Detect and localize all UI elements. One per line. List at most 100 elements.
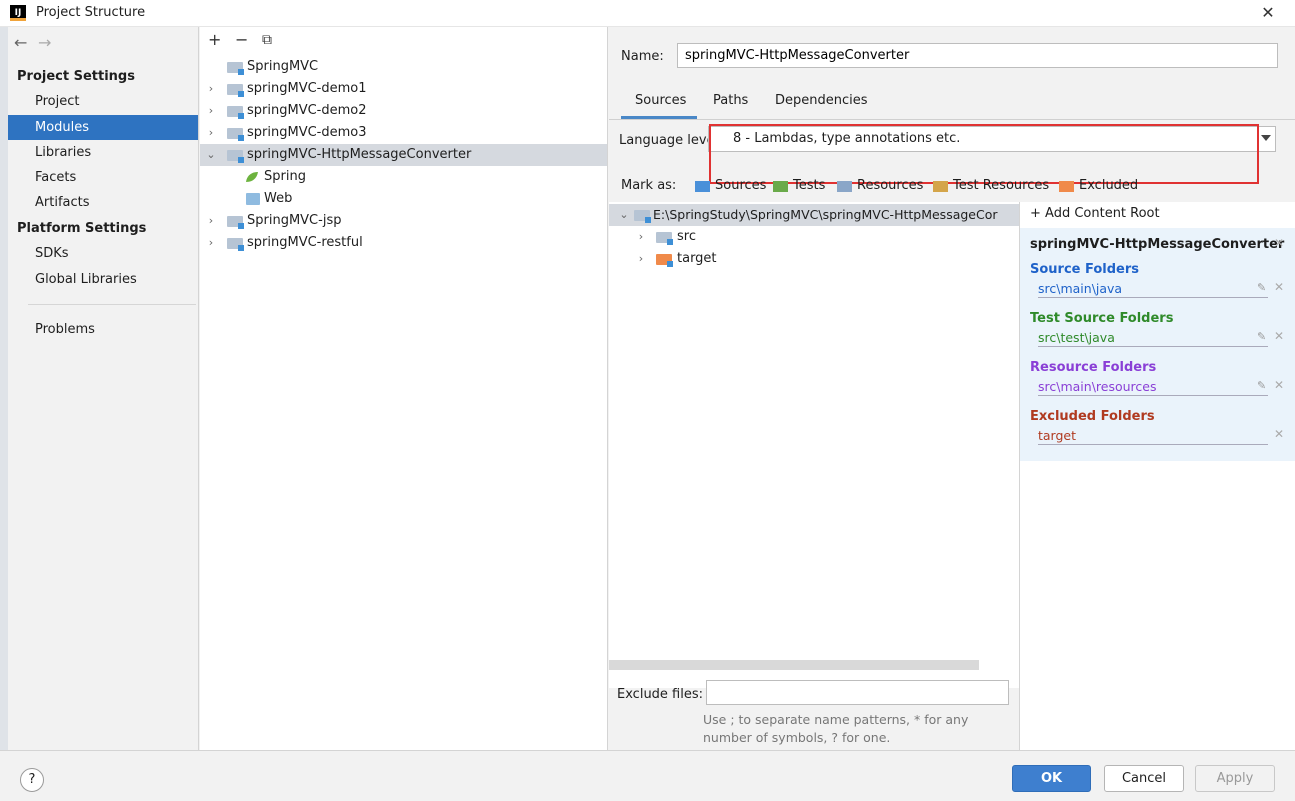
- platform-settings-header: Platform Settings: [17, 221, 147, 236]
- tree-row-springmvc-restful[interactable]: › springMVC-restful: [200, 232, 607, 254]
- nav-item-problems[interactable]: Problems: [8, 317, 198, 342]
- nav-item-artifacts[interactable]: Artifacts: [8, 190, 198, 215]
- nav-item-libraries[interactable]: Libraries: [8, 140, 198, 165]
- chevron-down-icon[interactable]: ⌄: [205, 144, 217, 166]
- chevron-right-icon[interactable]: ›: [205, 210, 217, 232]
- tree-row-label: SpringMVC-jsp: [247, 213, 342, 228]
- back-arrow-icon[interactable]: ←: [14, 33, 27, 52]
- close-button[interactable]: ✕: [1252, 3, 1284, 23]
- module-folder-icon: [227, 238, 244, 251]
- nav-item-sdks[interactable]: SDKs: [8, 241, 198, 266]
- content-root-tree: ⌄ E:\SpringStudy\SpringMVC\springMVC-Htt…: [609, 202, 1019, 688]
- project-settings-header: Project Settings: [17, 69, 135, 84]
- exclude-files-input[interactable]: [706, 680, 1009, 705]
- tab-dependencies[interactable]: Dependencies: [775, 93, 868, 108]
- nav-item-modules[interactable]: Modules: [8, 115, 198, 140]
- name-label: Name:: [621, 49, 664, 64]
- mark-as-label-text: Resources: [857, 178, 924, 193]
- sources-folder-icon: [695, 181, 710, 192]
- tree-row-springmvc-demo1[interactable]: › springMVC-demo1: [200, 78, 607, 100]
- module-folder-icon: [227, 150, 244, 163]
- tree-row-label: Web: [264, 191, 293, 206]
- nav-item-project[interactable]: Project: [8, 89, 198, 114]
- chevron-down-icon[interactable]: ⌄: [618, 204, 630, 226]
- nav-item-facets[interactable]: Facets: [8, 165, 198, 190]
- nav-item-global-libraries[interactable]: Global Libraries: [8, 267, 198, 292]
- tree-row-label: springMVC-demo2: [247, 103, 367, 118]
- remove-module-button[interactable]: −: [235, 30, 248, 49]
- settings-nav: ← → Project Settings Project Modules Lib…: [8, 27, 199, 750]
- module-folder-icon: [227, 106, 244, 119]
- folder-icon: [634, 210, 651, 223]
- chevron-right-icon[interactable]: ›: [635, 248, 647, 270]
- dropdown-arrow-icon[interactable]: [1261, 135, 1271, 141]
- tree-row-springmvc[interactable]: SpringMVC: [200, 56, 607, 78]
- horizontal-scrollbar[interactable]: [609, 660, 979, 670]
- background-window-edge: [0, 27, 8, 750]
- tests-folder-icon: [773, 181, 788, 192]
- excluded-folder-path[interactable]: target: [1038, 428, 1268, 445]
- remove-folder-icon[interactable]: ✕: [1274, 280, 1284, 294]
- forward-arrow-icon[interactable]: →: [38, 33, 51, 52]
- tree-row-label: springMVC-HttpMessageConverter: [247, 147, 472, 162]
- remove-folder-icon[interactable]: ✕: [1274, 329, 1284, 343]
- language-level-select[interactable]: 8 - Lambdas, type annotations etc.: [708, 126, 1276, 152]
- title-bar: IJ Project Structure ✕: [0, 0, 1295, 27]
- chevron-right-icon[interactable]: ›: [205, 78, 217, 100]
- tree-row-label: Spring: [264, 169, 306, 184]
- source-folder-path[interactable]: src\main\java: [1038, 281, 1268, 298]
- edit-pencil-icon[interactable]: ✎: [1257, 281, 1266, 294]
- ok-button[interactable]: OK: [1012, 765, 1091, 792]
- mark-as-label-text: Sources: [715, 178, 767, 193]
- content-root-info-panel: + Add Content Root springMVC-HttpMessage…: [1019, 202, 1295, 777]
- test-source-folders-title: Test Source Folders: [1030, 311, 1174, 326]
- help-button[interactable]: ?: [20, 768, 44, 792]
- module-folder-icon: [227, 128, 244, 141]
- excluded-folder-icon: [656, 254, 673, 267]
- dialog-button-bar: ? OK Cancel Apply: [0, 750, 1295, 801]
- chevron-right-icon[interactable]: ›: [205, 100, 217, 122]
- add-content-root-button[interactable]: + Add Content Root: [1030, 206, 1160, 221]
- tree-row-src[interactable]: › src: [609, 226, 1019, 248]
- mark-as-label-text: Excluded: [1079, 178, 1139, 193]
- remove-content-root-icon[interactable]: ✕: [1274, 236, 1284, 250]
- resources-folder-icon: [837, 181, 852, 192]
- chevron-right-icon[interactable]: ›: [205, 122, 217, 144]
- content-root-path: E:\SpringStudy\SpringMVC\springMVC-HttpM…: [653, 207, 998, 222]
- tab-paths[interactable]: Paths: [713, 93, 748, 108]
- edit-pencil-icon[interactable]: ✎: [1257, 330, 1266, 343]
- test-source-folder-path[interactable]: src\test\java: [1038, 330, 1268, 347]
- apply-button[interactable]: Apply: [1195, 765, 1275, 792]
- tree-row-springmvc-httpmessageconverter[interactable]: ⌄ springMVC-HttpMessageConverter: [200, 144, 607, 166]
- add-module-button[interactable]: +: [208, 30, 221, 49]
- cancel-button[interactable]: Cancel: [1104, 765, 1184, 792]
- module-folder-icon: [227, 216, 244, 229]
- chevron-right-icon[interactable]: ›: [205, 232, 217, 254]
- tree-row-springmvc-jsp[interactable]: › SpringMVC-jsp: [200, 210, 607, 232]
- edit-pencil-icon[interactable]: ✎: [1257, 379, 1266, 392]
- tree-row-springmvc-demo3[interactable]: › springMVC-demo3: [200, 122, 607, 144]
- remove-folder-icon[interactable]: ✕: [1274, 427, 1284, 441]
- remove-folder-icon[interactable]: ✕: [1274, 378, 1284, 392]
- spring-leaf-icon: [246, 172, 258, 182]
- module-detail-panel: Name: Sources Paths Dependencies Languag…: [609, 27, 1295, 777]
- chevron-right-icon[interactable]: ›: [635, 226, 647, 248]
- tree-row-springmvc-demo2[interactable]: › springMVC-demo2: [200, 100, 607, 122]
- tree-row-target[interactable]: › target: [609, 248, 1019, 270]
- module-folder-icon: [227, 62, 244, 75]
- test-resources-folder-icon: [933, 181, 948, 192]
- tree-row-web-facet[interactable]: Web: [200, 188, 607, 210]
- content-root-row[interactable]: ⌄ E:\SpringStudy\SpringMVC\springMVC-Htt…: [609, 204, 1019, 226]
- copy-module-icon[interactable]: ⧉: [262, 32, 272, 48]
- web-facet-icon: [246, 193, 260, 205]
- content-root-title: springMVC-HttpMessageConverter: [1030, 237, 1285, 252]
- exclude-files-label: Exclude files:: [617, 687, 704, 702]
- tree-row-spring-facet[interactable]: Spring: [200, 166, 607, 188]
- mark-as-label-text: Tests: [793, 178, 826, 193]
- tab-sources[interactable]: Sources: [635, 93, 686, 108]
- nav-divider: [28, 304, 196, 305]
- module-name-input[interactable]: [677, 43, 1278, 68]
- resource-folder-path[interactable]: src\main\resources: [1038, 379, 1268, 396]
- exclude-files-help: Use ; to separate name patterns, * for a…: [703, 712, 969, 745]
- folder-icon: [656, 232, 673, 245]
